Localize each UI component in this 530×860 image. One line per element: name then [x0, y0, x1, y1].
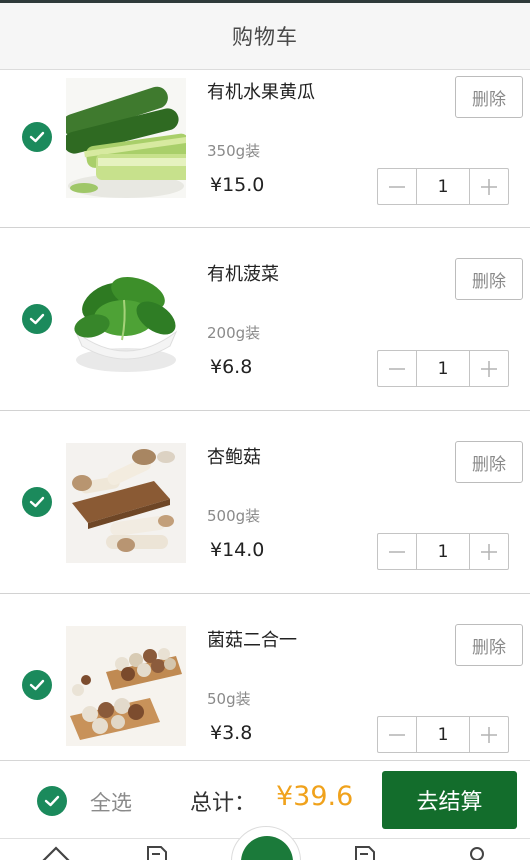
product-name[interactable]: 杏鲍菇: [207, 443, 261, 469]
quantity-value[interactable]: 1: [416, 351, 470, 386]
plus-icon: [481, 726, 497, 743]
delete-button[interactable]: 删除: [455, 76, 523, 118]
minus-icon: [389, 185, 405, 188]
minus-icon: [389, 733, 405, 736]
checkout-button[interactable]: 去结算: [382, 771, 517, 829]
document-icon[interactable]: [353, 845, 377, 860]
item-check-icon[interactable]: [22, 122, 52, 152]
increase-button[interactable]: [470, 351, 508, 386]
item-check-icon[interactable]: [22, 670, 52, 700]
document-icon[interactable]: [145, 845, 169, 860]
quantity-value[interactable]: 1: [416, 169, 470, 204]
quantity-stepper: 1: [377, 533, 509, 570]
product-name[interactable]: 菌菇二合一: [207, 626, 297, 652]
minus-icon: [389, 367, 405, 370]
delete-button[interactable]: 删除: [455, 258, 523, 300]
minus-icon: [389, 550, 405, 553]
plus-icon: [481, 360, 497, 377]
product-price: ¥15.0: [210, 174, 265, 196]
increase-button[interactable]: [470, 534, 508, 569]
product-image[interactable]: [66, 260, 186, 380]
home-icon[interactable]: [40, 845, 72, 860]
product-image[interactable]: [66, 443, 186, 563]
quantity-stepper: 1: [377, 716, 509, 753]
product-price: ¥6.8: [210, 356, 253, 378]
user-icon[interactable]: [466, 845, 488, 860]
quantity-stepper: 1: [377, 168, 509, 205]
select-all-label[interactable]: 全选: [90, 787, 132, 817]
product-spec: 200g装: [207, 324, 261, 342]
cart-item: 杏鲍菇 500g装 ¥14.0 删除 1: [0, 411, 530, 594]
cart-item: 菌菇二合一 50g装 ¥3.8 删除 1: [0, 594, 530, 777]
product-image[interactable]: [66, 78, 186, 198]
increase-button[interactable]: [470, 169, 508, 204]
product-spec: 350g装: [207, 142, 261, 160]
page-title: 购物车: [232, 25, 298, 49]
cart-icon: [241, 836, 293, 860]
decrease-button[interactable]: [378, 351, 416, 386]
select-all-check-icon[interactable]: [37, 786, 67, 816]
quantity-value[interactable]: 1: [416, 534, 470, 569]
product-name[interactable]: 有机菠菜: [207, 260, 279, 286]
total-label: 总计：: [190, 791, 257, 816]
product-image[interactable]: [66, 626, 186, 746]
plus-icon: [481, 543, 497, 560]
top-bar: 购物车: [0, 0, 530, 70]
cart-item: 有机菠菜 200g装 ¥6.8 删除 1: [0, 228, 530, 411]
increase-button[interactable]: [470, 717, 508, 752]
cart-item: 有机水果黄瓜 350g装 ¥15.0 删除 1: [0, 70, 530, 228]
product-spec: 50g装: [207, 690, 251, 708]
product-name[interactable]: 有机水果黄瓜: [207, 78, 315, 104]
total-value: ¥39.6: [276, 781, 354, 812]
decrease-button[interactable]: [378, 169, 416, 204]
product-spec: 500g装: [207, 507, 261, 525]
cart-list: 有机水果黄瓜 350g装 ¥15.0 删除 1 有机菠菜 200g装 ¥6.8 …: [0, 70, 530, 777]
delete-button[interactable]: 删除: [455, 624, 523, 666]
item-check-icon[interactable]: [22, 304, 52, 334]
item-check-icon[interactable]: [22, 487, 52, 517]
decrease-button[interactable]: [378, 717, 416, 752]
plus-icon: [481, 178, 497, 195]
delete-button[interactable]: 删除: [455, 441, 523, 483]
quantity-stepper: 1: [377, 350, 509, 387]
product-price: ¥14.0: [210, 539, 265, 561]
product-price: ¥3.8: [210, 722, 253, 744]
quantity-value[interactable]: 1: [416, 717, 470, 752]
decrease-button[interactable]: [378, 534, 416, 569]
